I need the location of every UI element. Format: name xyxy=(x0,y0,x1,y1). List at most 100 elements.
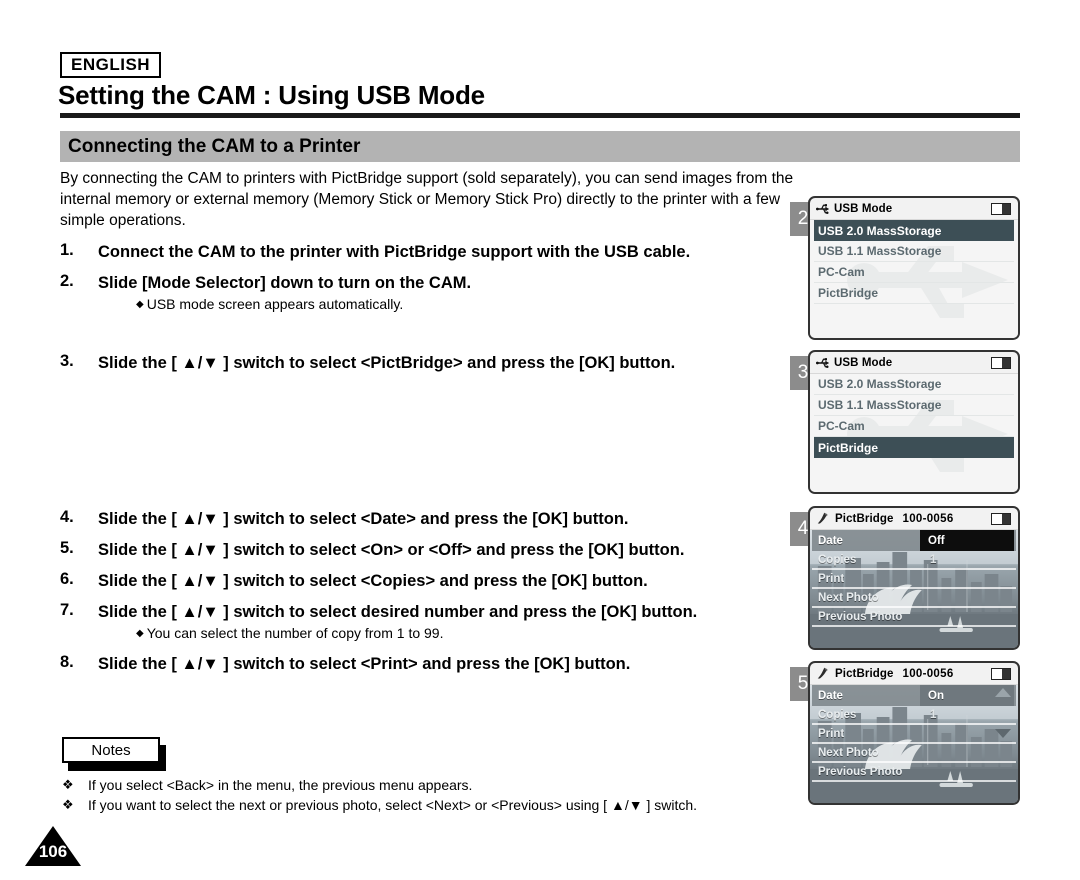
usb-mode-item-label: PictBridge xyxy=(818,286,879,300)
pictbridge-item-label: Print xyxy=(818,727,845,740)
step-4: 4. Slide the [ ▲/▼ ] switch to select <D… xyxy=(60,508,800,530)
step-number: 7. xyxy=(60,601,74,619)
lcd-header: USB Mode xyxy=(810,198,1018,220)
pictbridge-item-copies[interactable]: Copies 1 xyxy=(812,706,1016,725)
scroll-up-arrow-icon[interactable] xyxy=(995,688,1011,697)
usb-mode-item[interactable]: USB 1.1 MassStorage xyxy=(814,241,1014,262)
pictbridge-copies-value: 1 xyxy=(930,553,937,566)
page-number: 106 xyxy=(25,826,81,868)
pictbridge-item-label: Previous Photo xyxy=(818,765,903,778)
lcd-screen: PictBridge 100-0056 xyxy=(808,661,1020,805)
pictbridge-item-date[interactable]: Date On xyxy=(812,685,1016,706)
lcd-title: USB Mode xyxy=(834,356,893,369)
notes-tab: Notes xyxy=(62,737,160,763)
pictbridge-item-label: Copies xyxy=(818,708,857,721)
battery-icon xyxy=(991,513,1011,525)
usb-mode-list: USB 2.0 MassStorage USB 1.1 MassStorage … xyxy=(810,374,1018,492)
lcd-header: PictBridge 100-0056 xyxy=(810,663,1018,685)
pictbridge-item-previous-photo[interactable]: Previous Photo xyxy=(812,608,1016,627)
step-text: Slide the [ ▲/▼ ] switch to select <Pict… xyxy=(98,354,676,372)
step-text: Slide [Mode Selector] down to turn on th… xyxy=(98,274,472,292)
note-text: If you want to select the next or previo… xyxy=(88,797,698,813)
note-text: If you select <Back> in the menu, the pr… xyxy=(88,777,473,793)
pictbridge-copies-value: 1 xyxy=(930,708,937,721)
step-text: Slide the [ ▲/▼ ] switch to select <Copi… xyxy=(98,572,648,590)
screen-illustration-step-5: 5 PictBridge 100-0056 Date On Copies 1 P… xyxy=(790,661,1020,805)
pictbridge-item-label: Print xyxy=(818,572,845,585)
step-number: 1. xyxy=(60,241,74,259)
usb-mode-item-label: USB 1.1 MassStorage xyxy=(818,244,942,258)
battery-icon xyxy=(991,203,1011,215)
step-2-note-text: USB mode screen appears automatically. xyxy=(146,296,404,312)
usb-mode-item[interactable]: PC-Cam xyxy=(814,262,1014,283)
usb-mode-item[interactable]: USB 1.1 MassStorage xyxy=(814,395,1014,416)
lcd-header: USB Mode xyxy=(810,352,1018,374)
battery-icon xyxy=(991,357,1011,369)
page-title: Setting the CAM : Using USB Mode xyxy=(58,80,485,110)
step-text: Slide the [ ▲/▼ ] switch to select desir… xyxy=(98,603,698,621)
usb-icon xyxy=(816,203,829,214)
step-7-note-text: You can select the number of copy from 1… xyxy=(146,625,444,641)
lcd-title: USB Mode xyxy=(834,202,893,215)
usb-mode-item-label: PC-Cam xyxy=(818,265,865,279)
usb-mode-item[interactable]: PictBridge xyxy=(814,437,1014,458)
notes-tab-label: Notes xyxy=(91,741,131,759)
page-number-value: 106 xyxy=(38,842,68,861)
pictbridge-item-print[interactable]: Print xyxy=(812,725,1016,744)
pictbridge-item-label: Next Photo xyxy=(818,591,879,604)
pictbridge-date-value: Off xyxy=(920,530,1014,551)
star-bullet-icon: ❖ xyxy=(62,797,74,812)
pictbridge-menu: Date Off Copies 1 Print Next Photo Previ… xyxy=(810,530,1018,648)
usb-mode-item[interactable]: USB 2.0 MassStorage xyxy=(814,220,1014,241)
diamond-bullet-icon: ◆ xyxy=(136,628,144,639)
pictbridge-item-copies[interactable]: Copies 1 xyxy=(812,551,1016,570)
section-header: Connecting the CAM to a Printer xyxy=(60,131,1020,162)
lcd-screen: PictBridge 100-0056 xyxy=(808,506,1020,650)
step-number: 2. xyxy=(60,272,74,290)
usb-mode-item-label: USB 2.0 MassStorage xyxy=(818,223,942,238)
pictbridge-icon xyxy=(817,667,828,679)
step-text: Slide the [ ▲/▼ ] switch to select <Date… xyxy=(98,510,629,528)
pictbridge-item-label: Next Photo xyxy=(818,746,879,759)
usb-mode-item[interactable]: USB 2.0 MassStorage xyxy=(814,374,1014,395)
step-5: 5. Slide the [ ▲/▼ ] switch to select <O… xyxy=(60,539,800,561)
usb-mode-item-label: PictBridge xyxy=(818,440,879,455)
pictbridge-item-label: Date xyxy=(818,689,843,702)
pictbridge-item-label: Date xyxy=(818,534,843,547)
lcd-title: PictBridge xyxy=(835,512,894,525)
step-text: Connect the CAM to the printer with Pict… xyxy=(98,243,691,261)
pictbridge-item-date[interactable]: Date Off xyxy=(812,530,1016,551)
pictbridge-item-label: Copies xyxy=(818,553,857,566)
usb-mode-item-label: PC-Cam xyxy=(818,419,865,433)
note-item: ❖ If you want to select the next or prev… xyxy=(62,795,802,815)
step-text: Slide the [ ▲/▼ ] switch to select <On> … xyxy=(98,541,685,559)
star-bullet-icon: ❖ xyxy=(62,777,74,792)
usb-mode-list: USB 2.0 MassStorage USB 1.1 MassStorage … xyxy=(810,220,1018,338)
step-text: Slide the [ ▲/▼ ] switch to select <Prin… xyxy=(98,655,631,673)
usb-mode-item[interactable]: PictBridge xyxy=(814,283,1014,304)
intro-paragraph: By connecting the CAM to printers with P… xyxy=(60,170,794,229)
pictbridge-icon xyxy=(817,512,828,524)
step-2: 2. Slide [Mode Selector] down to turn on… xyxy=(60,272,800,294)
usb-mode-item[interactable]: PC-Cam xyxy=(814,416,1014,437)
usb-icon xyxy=(816,357,829,368)
step-7-note: ◆ You can select the number of copy from … xyxy=(136,624,443,643)
section-title: Connecting the CAM to a Printer xyxy=(68,135,361,157)
screen-illustration-step-4: 4 PictBridge 100-0056 Date Off Copies 1 … xyxy=(790,506,1020,650)
screen-illustration-step-3: 3 USB Mode USB 2.0 MassStorage USB 1.1 M… xyxy=(790,350,1020,494)
pictbridge-item-next-photo[interactable]: Next Photo xyxy=(812,744,1016,763)
lcd-header: PictBridge 100-0056 xyxy=(810,508,1018,530)
step-1: 1. Connect the CAM to the printer with P… xyxy=(60,241,800,263)
scroll-down-arrow-icon[interactable] xyxy=(995,729,1011,738)
lcd-file-number: 100-0056 xyxy=(902,512,954,525)
step-number: 5. xyxy=(60,539,74,557)
pictbridge-item-next-photo[interactable]: Next Photo xyxy=(812,589,1016,608)
note-item: ❖ If you select <Back> in the menu, the … xyxy=(62,775,802,795)
usb-mode-item-label: USB 1.1 MassStorage xyxy=(818,398,942,412)
step-2-note: ◆ USB mode screen appears automatically. xyxy=(136,295,403,314)
lcd-screen: USB Mode USB 2.0 MassStorage USB 1.1 Mas… xyxy=(808,350,1020,494)
pictbridge-item-previous-photo[interactable]: Previous Photo xyxy=(812,763,1016,782)
lcd-title: PictBridge xyxy=(835,667,894,680)
pictbridge-item-print[interactable]: Print xyxy=(812,570,1016,589)
step-number: 6. xyxy=(60,570,74,588)
